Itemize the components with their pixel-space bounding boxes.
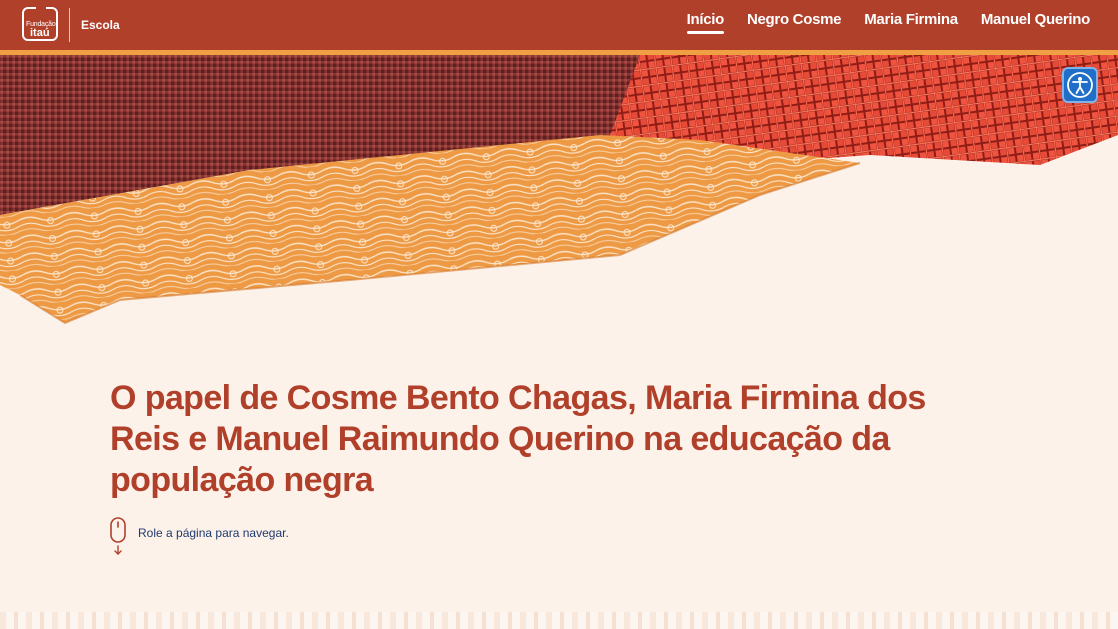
main-nav: Início Negro Cosme Maria Firmina Manuel … (686, 11, 1090, 34)
mouse-scroll-icon (110, 517, 126, 555)
logo-notch (36, 5, 46, 15)
page-title: O papel de Cosme Bento Chagas, Maria Fir… (110, 379, 926, 499)
header-divider (69, 8, 70, 42)
nav-item-inicio[interactable]: Início (686, 11, 725, 34)
banner-illustration (0, 55, 1118, 325)
top-header: Fundação itaú Escola Início Negro Cosme … (0, 0, 1118, 55)
fundacao-itau-logo[interactable]: Fundação itaú (22, 5, 60, 41)
scroll-hint: Role a página para navegar. (110, 517, 289, 557)
nav-item-manuel-querino[interactable]: Manuel Querino (981, 11, 1090, 34)
accessibility-icon (1067, 72, 1093, 98)
scroll-hint-text: Role a página para navegar. (138, 526, 289, 540)
nav-item-maria-firmina[interactable]: Maria Firmina (864, 11, 958, 34)
bottom-texture-strip (0, 612, 1118, 629)
logo-big-text: itaú (30, 27, 50, 39)
site-name[interactable]: Escola (81, 18, 120, 32)
accessibility-button[interactable] (1062, 67, 1098, 103)
nav-item-negro-cosme[interactable]: Negro Cosme (747, 11, 842, 34)
